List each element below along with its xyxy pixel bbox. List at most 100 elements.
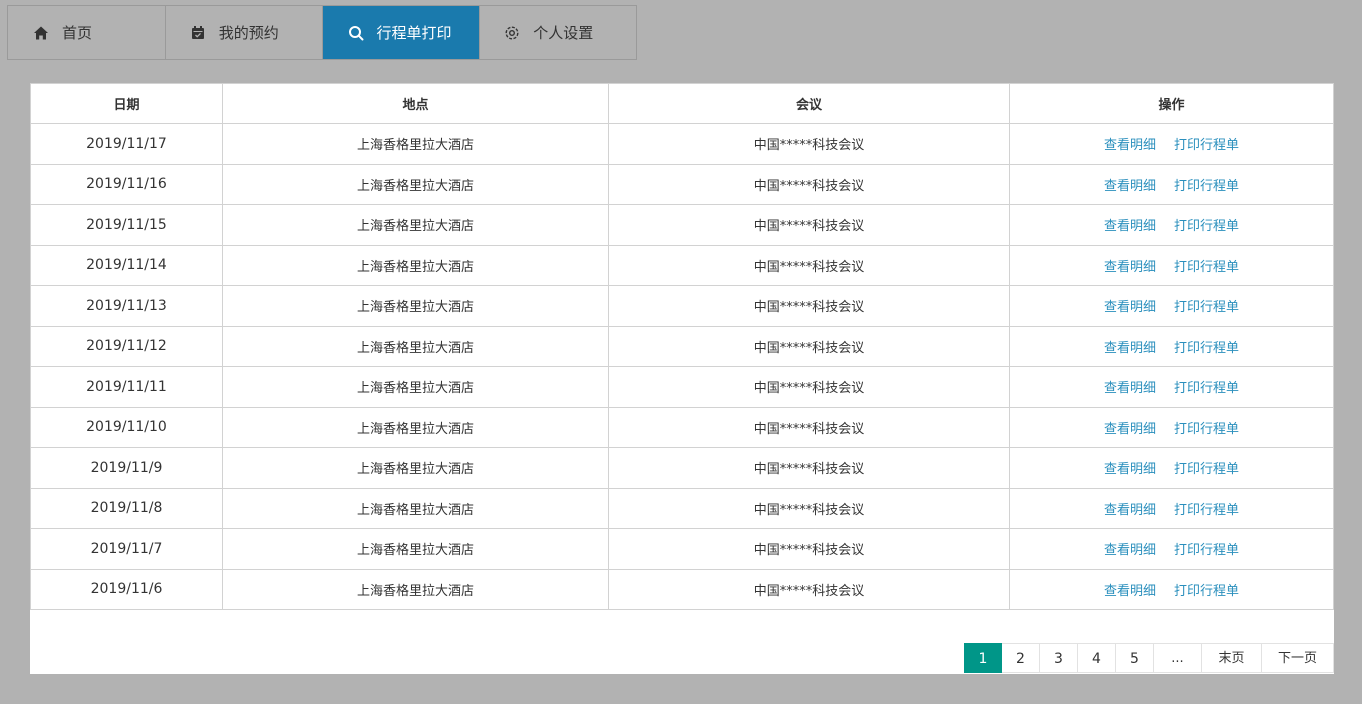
table-row: 2019/11/8 上海香格里拉大酒店 中国*****科技会议 查看明细 打印行程单 [30,487,1334,529]
table-row: 2019/11/7 上海香格里拉大酒店 中国*****科技会议 查看明细 打印行程单 [30,528,1334,570]
meeting-cell: 中国*****科技会议 [608,366,1010,408]
date-cell: 2019/11/13 [30,285,223,327]
meeting-cell: 中国*****科技会议 [608,123,1010,165]
table-row: 2019/11/12 上海香格里拉大酒店 中国*****科技会议 查看明细 打印行程单 [30,325,1334,367]
tab-itinerary-print[interactable]: 行程单打印 [322,6,481,59]
location-cell: 上海香格里拉大酒店 [222,325,609,367]
tab-itinerary-print-label: 行程单打印 [376,24,452,42]
table-row: 2019/11/14 上海香格里拉大酒店 中国*****科技会议 查看明细 打印行程单 [30,244,1334,286]
view-details-link[interactable]: 查看明细 [1104,341,1156,356]
actions-cell: 查看明细 打印行程单 [1009,325,1334,367]
meeting-cell: 中国*****科技会议 [608,163,1010,205]
tab-home[interactable]: 首页 [8,6,166,59]
location-cell: 上海香格里拉大酒店 [222,285,609,327]
table-row: 2019/11/16 上海香格里拉大酒店 中国*****科技会议 查看明细 打印行程单 [30,163,1334,205]
print-itinerary-link[interactable]: 打印行程单 [1174,584,1239,599]
date-cell: 2019/11/17 [30,123,223,165]
print-itinerary-link[interactable]: 打印行程单 [1174,260,1239,275]
actions-cell: 查看明细 打印行程单 [1009,568,1334,610]
date-cell: 2019/11/7 [30,528,223,570]
location-cell: 上海香格里拉大酒店 [222,204,609,246]
view-details-link[interactable]: 查看明细 [1104,543,1156,558]
view-details-link[interactable]: 查看明细 [1104,300,1156,315]
pagination: 1 2 3 4 5 ... 末页 下一页 [964,643,1334,673]
table-row: 2019/11/9 上海香格里拉大酒店 中国*****科技会议 查看明细 打印行程单 [30,447,1334,489]
meeting-cell: 中国*****科技会议 [608,528,1010,570]
location-cell: 上海香格里拉大酒店 [222,123,609,165]
date-cell: 2019/11/6 [30,568,223,610]
date-cell: 2019/11/14 [30,244,223,286]
tab-my-booking-label: 我的预约 [218,24,279,42]
page-button-3[interactable]: 3 [1040,643,1078,673]
location-cell: 上海香格里拉大酒店 [222,487,609,529]
meeting-cell: 中国*****科技会议 [608,487,1010,529]
actions-cell: 查看明细 打印行程单 [1009,163,1334,205]
meeting-cell: 中国*****科技会议 [608,325,1010,367]
meeting-cell: 中国*****科技会议 [608,244,1010,286]
print-itinerary-link[interactable]: 打印行程单 [1174,422,1239,437]
view-details-link[interactable]: 查看明细 [1104,179,1156,194]
meeting-cell: 中国*****科技会议 [608,406,1010,448]
table-row: 2019/11/15 上海香格里拉大酒店 中国*****科技会议 查看明细 打印行程单 [30,204,1334,246]
date-cell: 2019/11/15 [30,204,223,246]
print-itinerary-link[interactable]: 打印行程单 [1174,341,1239,356]
print-itinerary-link[interactable]: 打印行程单 [1174,462,1239,477]
location-cell: 上海香格里拉大酒店 [222,163,609,205]
print-itinerary-link[interactable]: 打印行程单 [1174,381,1239,396]
print-itinerary-link[interactable]: 打印行程单 [1174,503,1239,518]
tab-personal-settings-label: 个人设置 [533,24,594,42]
column-header-meeting: 会议 [608,83,1010,124]
date-cell: 2019/11/12 [30,325,223,367]
page-ellipsis: ... [1154,643,1202,673]
view-details-link[interactable]: 查看明细 [1104,381,1156,396]
table-header-row: 日期 地点 会议 操作 [30,83,1334,124]
page-button-1[interactable]: 1 [964,643,1002,673]
print-itinerary-link[interactable]: 打印行程单 [1174,179,1239,194]
view-details-link[interactable]: 查看明细 [1104,462,1156,477]
actions-cell: 查看明细 打印行程单 [1009,406,1334,448]
date-cell: 2019/11/16 [30,163,223,205]
location-cell: 上海香格里拉大酒店 [222,244,609,286]
top-nav-tabs: 首页 我的预约 行程单打印 个人设置 [7,5,637,60]
tab-personal-settings[interactable]: 个人设置 [480,6,637,59]
actions-cell: 查看明细 打印行程单 [1009,528,1334,570]
actions-cell: 查看明细 打印行程单 [1009,447,1334,489]
calendar-icon [189,24,207,42]
table-row: 2019/11/6 上海香格里拉大酒店 中国*****科技会议 查看明细 打印行程单 [30,568,1334,610]
print-itinerary-link[interactable]: 打印行程单 [1174,138,1239,153]
table-row: 2019/11/10 上海香格里拉大酒店 中国*****科技会议 查看明细 打印行程单 [30,406,1334,448]
view-details-link[interactable]: 查看明细 [1104,584,1156,599]
meeting-cell: 中国*****科技会议 [608,568,1010,610]
tab-home-label: 首页 [62,24,93,42]
actions-cell: 查看明细 打印行程单 [1009,204,1334,246]
meeting-cell: 中国*****科技会议 [608,285,1010,327]
print-itinerary-link[interactable]: 打印行程单 [1174,300,1239,315]
view-details-link[interactable]: 查看明细 [1104,503,1156,518]
meeting-cell: 中国*****科技会议 [608,447,1010,489]
column-header-location: 地点 [222,83,609,124]
next-page-button[interactable]: 下一页 [1262,643,1334,673]
view-details-link[interactable]: 查看明细 [1104,260,1156,275]
table-body: 2019/11/17 上海香格里拉大酒店 中国*****科技会议 查看明细 打印行程单 2… [30,123,1334,610]
print-itinerary-link[interactable]: 打印行程单 [1174,543,1239,558]
table-row: 2019/11/17 上海香格里拉大酒店 中国*****科技会议 查看明细 打印行程单 [30,123,1334,165]
actions-cell: 查看明细 打印行程单 [1009,123,1334,165]
page-button-5[interactable]: 5 [1116,643,1154,673]
date-cell: 2019/11/8 [30,487,223,529]
view-details-link[interactable]: 查看明细 [1104,219,1156,234]
actions-cell: 查看明细 打印行程单 [1009,487,1334,529]
view-details-link[interactable]: 查看明细 [1104,422,1156,437]
view-details-link[interactable]: 查看明细 [1104,138,1156,153]
location-cell: 上海香格里拉大酒店 [222,447,609,489]
search-icon [347,24,365,42]
location-cell: 上海香格里拉大酒店 [222,568,609,610]
meeting-cell: 中国*****科技会议 [608,204,1010,246]
column-header-date: 日期 [30,83,223,124]
tab-my-booking[interactable]: 我的预约 [166,6,323,59]
page-button-2[interactable]: 2 [1002,643,1040,673]
column-header-actions: 操作 [1009,83,1334,124]
table-row: 2019/11/11 上海香格里拉大酒店 中国*****科技会议 查看明细 打印行程单 [30,366,1334,408]
page-button-4[interactable]: 4 [1078,643,1116,673]
print-itinerary-link[interactable]: 打印行程单 [1174,219,1239,234]
last-page-button[interactable]: 末页 [1202,643,1262,673]
